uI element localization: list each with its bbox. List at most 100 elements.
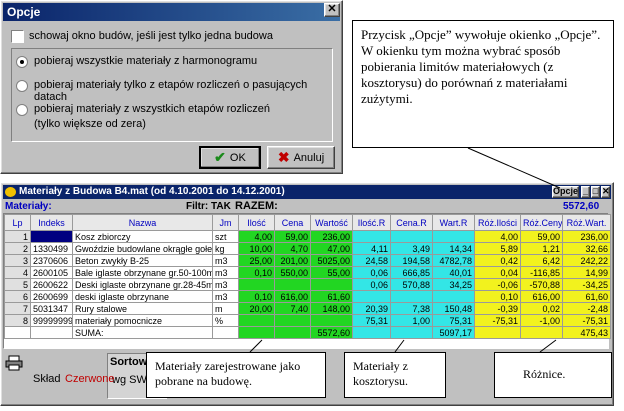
table-cell[interactable] [4,326,31,339]
table-cell[interactable]: 47,00 [310,242,353,255]
table-cell[interactable] [432,290,475,303]
table-cell[interactable] [352,290,391,303]
table-cell[interactable]: 0,10 [238,266,275,279]
table-cell[interactable]: 2600105 [30,266,73,279]
column-header[interactable]: Indeks [30,214,73,231]
table-cell[interactable] [520,326,563,339]
table-cell[interactable]: 7,40 [274,302,311,315]
table-cell[interactable]: 194,58 [390,254,433,267]
column-header[interactable]: Wart.R [432,214,475,231]
table-row[interactable]: 3 2370606 Beton zwykły B-25 m3 25,00 201,00 50… [4,254,611,267]
table-cell[interactable]: 7 [4,302,31,315]
table-cell[interactable]: 5572,60 [310,326,353,339]
table-cell[interactable] [390,290,433,303]
table-cell[interactable]: 150,48 [432,302,475,315]
table-cell[interactable]: 61,60 [562,290,611,303]
table-cell[interactable] [274,314,311,327]
table-cell[interactable] [30,326,73,339]
radio-all-stages[interactable]: pobieraj materiały z wszystkich etapów r… [16,103,270,130]
table-cell[interactable]: 25,00 [238,254,275,267]
table-cell[interactable]: 61,60 [310,290,353,303]
table-cell[interactable] [310,314,353,327]
table-cell[interactable]: 40,01 [432,266,475,279]
column-header[interactable]: Jm [212,214,239,231]
radio-button-selected[interactable] [16,56,28,68]
table-cell[interactable]: szt [212,230,239,243]
column-header[interactable]: Wartość [310,214,353,231]
table-cell[interactable]: 75,31 [432,314,475,327]
column-header[interactable]: Róż.Wart. [562,214,611,231]
table-cell[interactable]: Deski iglaste obrzynane gr.28-45mm,kl.II… [72,278,213,291]
table-cell[interactable]: 0,02 [520,302,563,315]
table-cell[interactable]: 2600699 [30,290,73,303]
table-cell[interactable]: 32,66 [562,242,611,255]
table-cell[interactable]: 0,06 [352,266,391,279]
radio-button[interactable] [16,80,28,92]
table-cell[interactable]: 1 [4,230,31,243]
column-header[interactable]: Cena.R [390,214,433,231]
column-header[interactable]: Ilość [238,214,275,231]
table-row[interactable]: 6 2600699 deski iglaste obrzynane m3 0,10 616… [4,290,611,303]
table-cell[interactable]: kg [212,242,239,255]
table-cell[interactable]: 0,06 [352,278,391,291]
table-cell[interactable]: 14,34 [432,242,475,255]
table-cell[interactable]: m3 [212,254,239,267]
table-cell[interactable] [274,326,311,339]
table-cell[interactable]: 20,00 [238,302,275,315]
table-cell[interactable] [238,278,275,291]
table-cell[interactable]: 236,00 [562,230,611,243]
table-cell[interactable]: 201,00 [274,254,311,267]
summary-row[interactable]: SUMA: 5572,60 5097,17 475,43 [4,326,611,339]
table-cell[interactable] [474,326,521,339]
column-header[interactable]: Róż.Ilości [474,214,521,231]
table-cell[interactable] [390,326,433,339]
table-cell[interactable] [310,278,353,291]
table-cell[interactable]: 6,42 [520,254,563,267]
table-cell[interactable]: m3 [212,278,239,291]
table-cell[interactable] [212,326,239,339]
window-close-button[interactable]: ✕ [601,186,610,198]
table-cell[interactable]: 20,39 [352,302,391,315]
table-cell[interactable]: 616,00 [520,290,563,303]
minimize-button[interactable]: _ [581,186,590,198]
table-cell[interactable]: 2600622 [30,278,73,291]
table-cell[interactable]: 7,38 [390,302,433,315]
table-cell[interactable]: 0,42 [474,254,521,267]
table-cell[interactable]: 5,89 [474,242,521,255]
table-cell[interactable]: 34,25 [432,278,475,291]
table-cell[interactable]: 148,00 [310,302,353,315]
column-header[interactable]: Ilość.R [352,214,391,231]
table-cell[interactable] [238,314,275,327]
cancel-button[interactable]: ✖ Anuluj [267,146,335,169]
printer-button[interactable] [5,355,25,371]
maximize-button[interactable]: □ [591,186,600,198]
table-cell[interactable]: -2,48 [562,302,611,315]
table-cell[interactable]: Gwoździe budowlane okrągłe gołe [72,242,213,255]
table-cell[interactable]: 2370606 [30,254,73,267]
radio-matching-stages[interactable]: pobieraj materiały tylko z etapów rozlic… [16,79,332,103]
table-cell[interactable]: -1,00 [520,314,563,327]
radio-all-materials[interactable]: pobieraj wszystkie materiały z harmonogr… [16,55,257,68]
table-cell[interactable]: 99999999 [30,314,73,327]
table-cell[interactable] [390,230,433,243]
table-cell[interactable]: -34,25 [562,278,611,291]
table-cell[interactable]: 5031347 [30,302,73,315]
hide-sites-checkbox-row[interactable]: schowaj okno budów, jeśli jest tylko jed… [11,27,273,45]
table-cell[interactable]: 8 [4,314,31,327]
table-cell[interactable]: 4,70 [274,242,311,255]
table-cell[interactable]: 4,00 [474,230,521,243]
column-header[interactable]: Nazwa [72,214,213,231]
radio-button[interactable] [16,104,28,116]
table-cell[interactable]: -75,31 [474,314,521,327]
table-cell[interactable]: % [212,314,239,327]
table-cell[interactable]: 666,85 [390,266,433,279]
table-cell[interactable]: Bale iglaste obrzynane gr.50-100mm kl.II [72,266,213,279]
table-cell[interactable]: 1,00 [390,314,433,327]
table-cell[interactable]: 570,88 [390,278,433,291]
table-cell[interactable]: materiały pomocnicze [72,314,213,327]
table-cell[interactable]: 59,00 [274,230,311,243]
table-row[interactable]: 7 5031347 Rury stalowe m 20,00 7,40 148,00 20,3… [4,302,611,315]
table-cell[interactable]: Kosz zbiorczy [72,230,213,243]
column-header[interactable]: Cena [274,214,311,231]
table-row[interactable]: 4 2600105 Bale iglaste obrzynane gr.50-100… [4,266,611,279]
